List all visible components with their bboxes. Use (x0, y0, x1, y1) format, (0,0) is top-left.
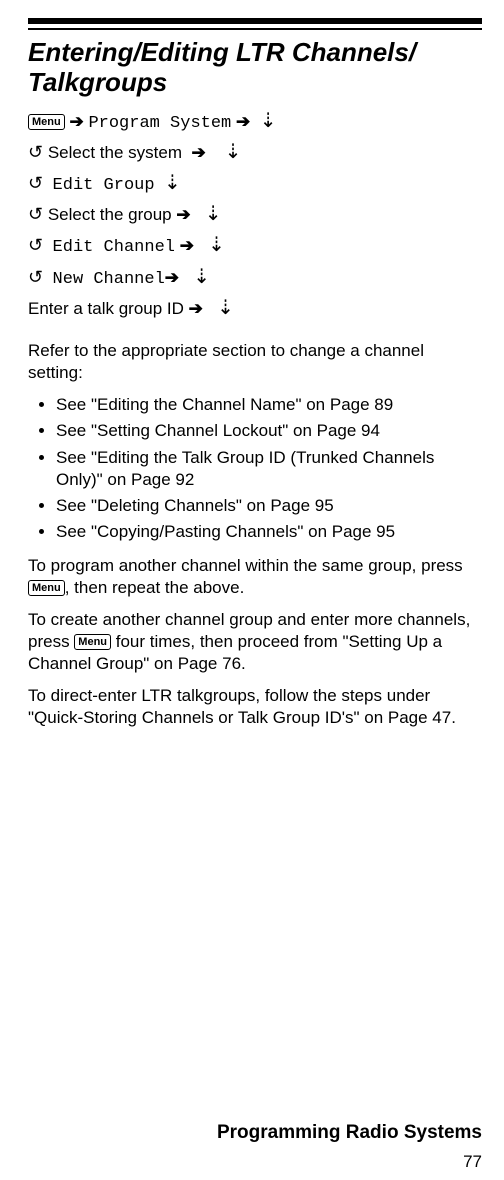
arrow-right-icon: ➔ (191, 143, 205, 162)
arrow-down-icon: ⇣ (260, 110, 277, 132)
section-heading: Entering/Editing LTR Channels/ Talkgroup… (28, 38, 482, 98)
rotate-icon: ↺ (28, 201, 43, 229)
arrow-down-icon: ⇣ (208, 234, 225, 256)
step-select-group: Select the group (48, 205, 172, 224)
menu-button-icon: Menu (28, 114, 65, 130)
arrow-right-icon: ➔ (176, 205, 190, 224)
step-edit-group: Edit Group (53, 176, 155, 195)
rotate-icon: ↺ (28, 264, 43, 292)
step-program-system: Program System (88, 114, 231, 133)
rotate-icon: ↺ (28, 170, 43, 198)
page-number: 77 (463, 1152, 482, 1172)
para-another-channel: To program another channel within the sa… (28, 555, 482, 599)
arrow-right-icon: ➔ (165, 268, 179, 287)
list-item: See "Deleting Channels" on Page 95 (56, 495, 482, 517)
arrow-down-icon: ⇣ (205, 203, 222, 225)
menu-button-icon: Menu (74, 634, 111, 650)
text-frag: To program another channel within the sa… (28, 556, 463, 575)
navigation-steps: Menu ➔ Program System ➔ ⇣ ↺ Select the s… (28, 106, 482, 324)
rotate-icon: ↺ (28, 232, 43, 260)
arrow-down-icon: ⇣ (164, 172, 181, 194)
arrow-right-icon: ➔ (189, 299, 203, 318)
menu-button-icon: Menu (28, 580, 65, 596)
arrow-down-icon: ⇣ (225, 141, 242, 163)
list-item: See "Setting Channel Lockout" on Page 94 (56, 420, 482, 442)
step-edit-channel: Edit Channel (53, 238, 175, 257)
list-item: See "Copying/Pasting Channels" on Page 9… (56, 521, 482, 543)
refer-intro: Refer to the appropriate section to chan… (28, 340, 482, 384)
list-item: See "Editing the Talk Group ID (Trunked … (56, 447, 482, 491)
list-item: See "Editing the Channel Name" on Page 8… (56, 394, 482, 416)
text-frag: , then repeat the above. (65, 578, 245, 597)
rotate-icon: ↺ (28, 139, 43, 167)
para-another-group: To create another channel group and ente… (28, 609, 482, 675)
reference-list: See "Editing the Channel Name" on Page 8… (28, 394, 482, 543)
step-new-channel: New Channel (53, 270, 165, 289)
arrow-right-icon: ➔ (236, 112, 255, 131)
arrow-down-icon: ⇣ (217, 297, 234, 319)
top-rule-thick (28, 18, 482, 24)
arrow-right-icon: ➔ (180, 236, 194, 255)
step-enter-id: Enter a talk group ID (28, 299, 184, 318)
step-select-system: Select the system (48, 143, 182, 162)
arrow-down-icon: ⇣ (193, 266, 210, 288)
para-direct-enter: To direct-enter LTR talkgroups, follow t… (28, 685, 482, 729)
footer-section-title: Programming Radio Systems (217, 1122, 482, 1144)
arrow-right-icon: ➔ (69, 112, 88, 131)
top-rule-thin (28, 28, 482, 30)
